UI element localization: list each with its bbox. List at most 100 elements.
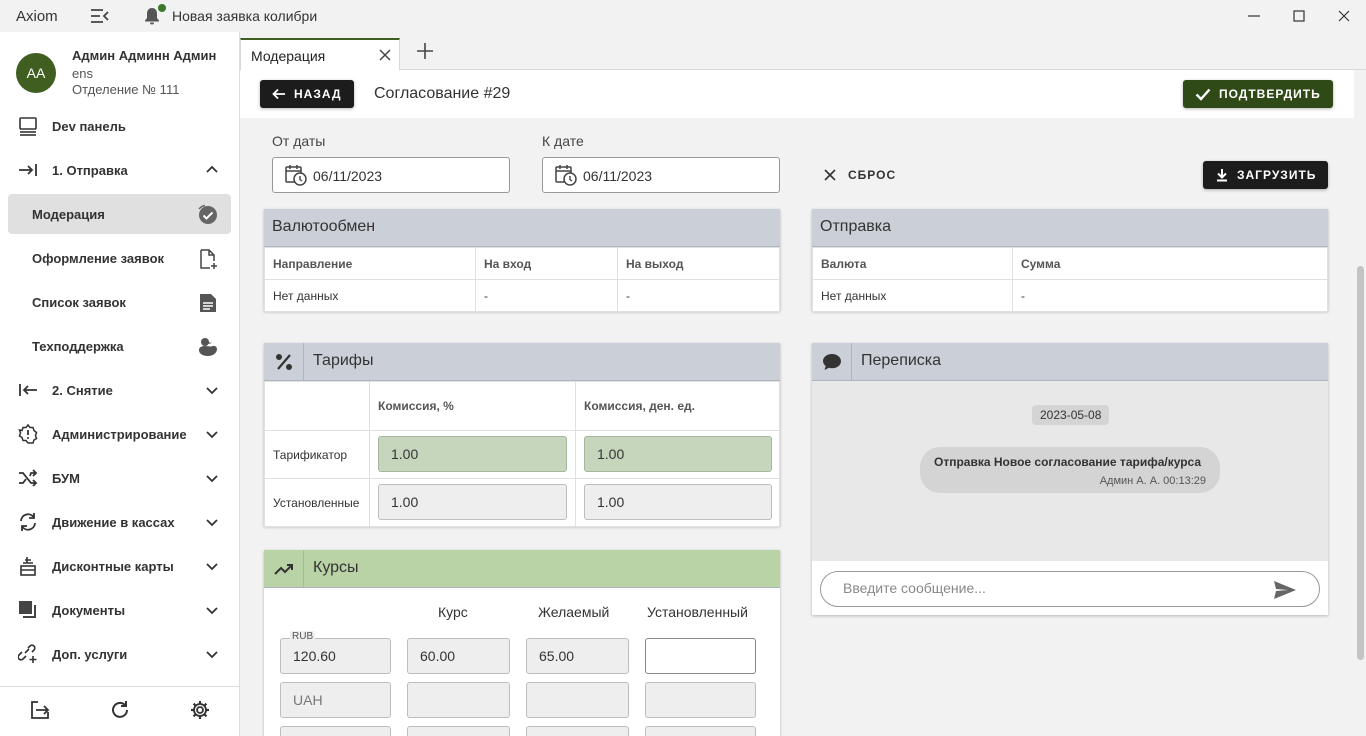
rate-input[interactable]: [407, 682, 510, 718]
tab-label: Модерация: [251, 48, 326, 64]
set-rate-input[interactable]: [645, 638, 756, 674]
tariffs-card-header: Тарифы: [264, 343, 780, 381]
sidebar-item-moderation[interactable]: Модерация: [8, 194, 231, 234]
table-row: Нет данных - -: [264, 279, 780, 312]
document-list-icon: [197, 292, 219, 314]
user-department: Отделение № 111: [72, 82, 180, 97]
refresh-icon[interactable]: [110, 700, 130, 720]
load-button[interactable]: ЗАГРУЗИТЬ: [1203, 161, 1329, 189]
close-window-icon[interactable]: [1334, 6, 1354, 26]
documents-icon: [18, 600, 38, 620]
shuffle-icon: [18, 468, 38, 488]
back-button[interactable]: НАЗАД: [260, 80, 354, 108]
card-stack-icon: [18, 556, 38, 576]
table-row: Нет данных -: [812, 279, 1328, 312]
from-date-field[interactable]: 06/11/2023: [272, 157, 510, 193]
send-icon[interactable]: [1273, 580, 1297, 600]
load-button-label: ЗАГРУЗИТЬ: [1237, 168, 1317, 182]
column-header: Желаемый: [538, 604, 610, 620]
table-cell: -: [475, 279, 618, 312]
sidebar-item-documents[interactable]: Документы: [8, 590, 231, 630]
message-input[interactable]: [843, 580, 1263, 596]
sidebar-item-label: Модерация: [32, 206, 105, 222]
sidebar-item-discount-cards[interactable]: Дисконтные карты: [8, 546, 231, 586]
to-date-field[interactable]: 06/11/2023: [542, 157, 780, 193]
sidebar-item-label: Дисконтные карты: [52, 558, 174, 574]
column-header: Комиссия, %: [369, 381, 576, 431]
duck-icon: [197, 336, 219, 358]
set-rate-input[interactable]: [645, 682, 756, 718]
page-header: НАЗАД Согласование #29 ПОДТВЕРДИТЬ: [240, 70, 1354, 118]
add-tab-icon[interactable]: [416, 42, 434, 60]
exchange-card: Валютообмен Направление На вход На выход…: [264, 209, 780, 312]
sidebar-item-label: БУМ: [52, 470, 80, 486]
sidebar-item-support[interactable]: Техподдержка: [8, 326, 231, 366]
minimize-icon[interactable]: [1244, 6, 1264, 26]
reset-button[interactable]: СБРОС: [824, 168, 896, 182]
check-icon: [1195, 88, 1211, 101]
date-chip: 2023-05-08: [1032, 405, 1110, 425]
rate-input[interactable]: 60.00: [407, 638, 510, 674]
logout-icon[interactable]: [30, 700, 50, 720]
sidebar: АА Админ Админн Админ ens Отделение № 11…: [0, 32, 240, 736]
chevron-down-icon: [205, 383, 219, 397]
settings-gear-icon[interactable]: [190, 700, 210, 720]
calendar-clock-icon[interactable]: [285, 164, 307, 186]
rate-input[interactable]: [407, 726, 510, 736]
confirm-button[interactable]: ПОДТВЕРДИТЬ: [1183, 80, 1333, 108]
chat-bubble-icon: [812, 343, 852, 381]
arrow-left-icon: [272, 88, 285, 100]
from-date-value: 06/11/2023: [313, 168, 383, 184]
link-plus-icon: [18, 644, 38, 664]
notification-text[interactable]: Новая заявка колибри: [172, 8, 317, 24]
rates-card-header: Курсы: [264, 550, 780, 588]
currency-value-input[interactable]: [280, 726, 391, 736]
column-header: На вход: [475, 247, 618, 280]
sidebar-item-extra-services[interactable]: Доп. услуги: [8, 634, 231, 674]
sidebar-item-cash-movement[interactable]: Движение в кассах: [8, 502, 231, 542]
message-bubble: Отправка Новое согласование тарифа/курса…: [920, 447, 1220, 493]
sidebar-item-label: 2. Снятие: [52, 382, 113, 398]
column-header: Сумма: [1012, 247, 1328, 280]
message-meta: Админ А. А. 00:13:29: [1099, 475, 1206, 487]
set-percent-input[interactable]: 1.00: [378, 484, 567, 520]
tariff-money-input[interactable]: 1.00: [584, 436, 772, 472]
app-name: Axiom: [16, 8, 58, 25]
sidebar-item-administration[interactable]: Администрирование: [8, 414, 231, 454]
exchange-title: Валютообмен: [272, 218, 376, 235]
desired-rate-input[interactable]: 65.00: [526, 638, 629, 674]
message-field[interactable]: [820, 571, 1320, 607]
currency-value-input[interactable]: 120.60: [280, 638, 391, 674]
notification-dot: [158, 4, 166, 12]
sidebar-item-withdraw[interactable]: 2. Снятие: [8, 370, 231, 410]
set-rate-input[interactable]: [645, 726, 756, 736]
confirm-button-label: ПОДТВЕРДИТЬ: [1219, 87, 1321, 101]
avatar[interactable]: АА: [16, 53, 56, 93]
menu-collapse-icon[interactable]: [90, 7, 110, 25]
tab-moderation[interactable]: Модерация: [240, 38, 400, 71]
calendar-clock-icon[interactable]: [555, 164, 577, 186]
sidebar-item-sending[interactable]: 1. Отправка: [8, 150, 231, 190]
check-circle-icon: [197, 204, 219, 226]
chevron-down-icon: [205, 647, 219, 661]
sidebar-item-label: Доп. услуги: [52, 646, 128, 662]
main-scrollbar[interactable]: [1355, 70, 1366, 736]
sidebar-item-dev-panel[interactable]: Dev панель: [8, 106, 231, 146]
sidebar-item-bum[interactable]: БУМ: [8, 458, 231, 498]
sidebar-item-create-requests[interactable]: Оформление заявок: [8, 238, 231, 278]
maximize-icon[interactable]: [1289, 6, 1309, 26]
close-tab-icon[interactable]: [379, 49, 391, 61]
column-header: Курс: [438, 604, 468, 620]
table-cell: -: [617, 279, 780, 312]
desired-rate-input[interactable]: [526, 682, 629, 718]
set-money-input[interactable]: 1.00: [584, 484, 772, 520]
row-label: Тарификатор: [264, 430, 370, 479]
download-icon: [1217, 169, 1227, 182]
currency-value-input[interactable]: UAH: [280, 682, 391, 718]
sidebar-item-request-list[interactable]: Список заявок: [8, 282, 231, 322]
chevron-down-icon: [205, 427, 219, 441]
tariff-percent-input[interactable]: 1.00: [378, 436, 567, 472]
tariffs-title: Тарифы: [313, 352, 374, 369]
desired-rate-input[interactable]: [526, 726, 629, 736]
scrollbar-thumb[interactable]: [1357, 266, 1364, 660]
